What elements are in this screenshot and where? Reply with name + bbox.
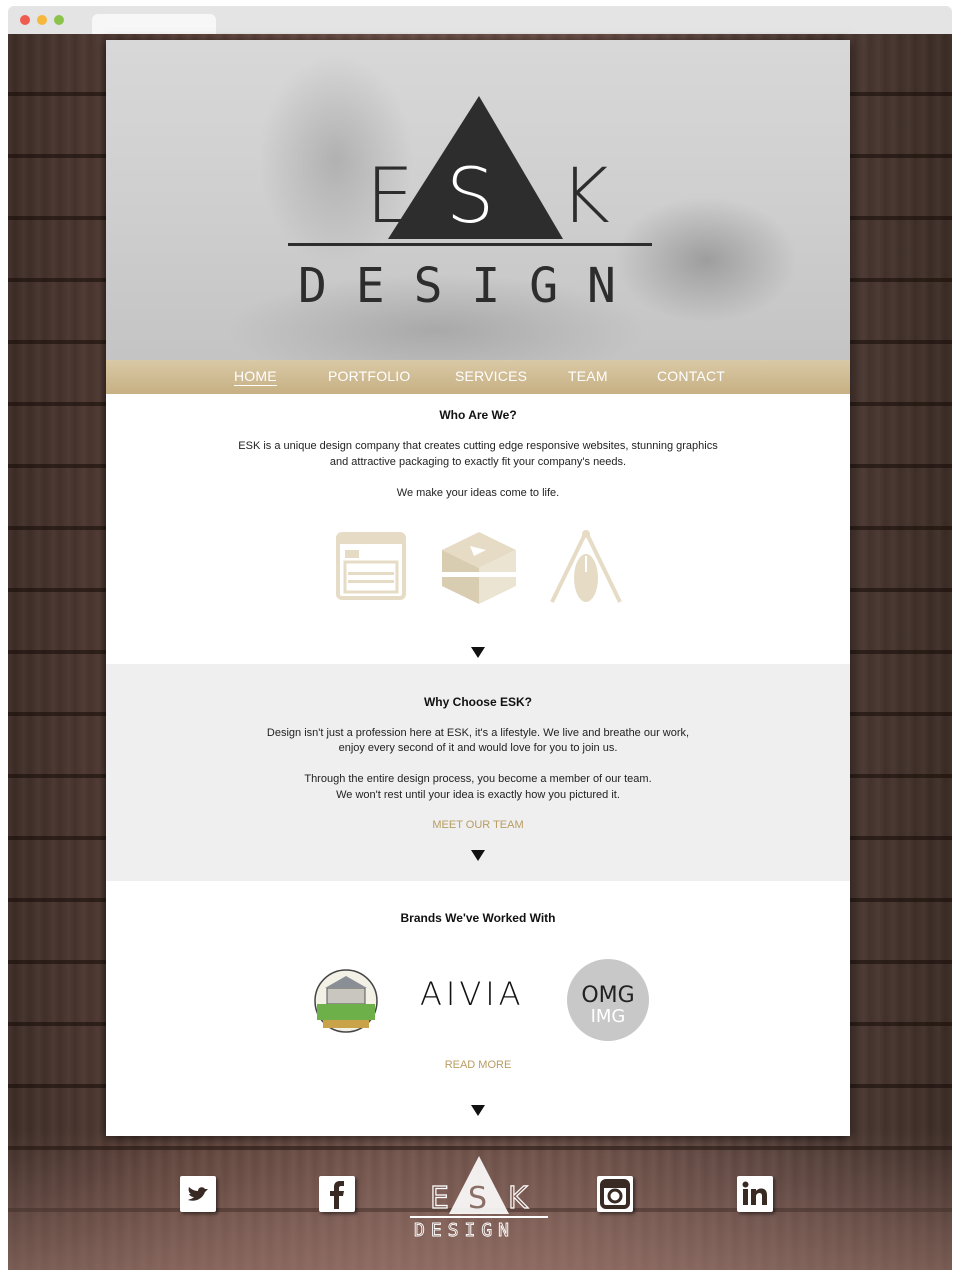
meet-our-team-link[interactable]: MEET OUR TEAM [106, 819, 850, 831]
footer-esk-logo: E S K DESIGN [410, 1156, 548, 1240]
why-text-2: enjoy every second of it and would love … [338, 742, 618, 754]
hero-banner: E S K D E S I G N [106, 40, 850, 360]
logo-word-design: D E S I G N [298, 258, 616, 314]
why-title: Why Choose ESK? [423, 695, 532, 709]
footer-logo-word: DESIGN [414, 1220, 515, 1240]
footer-logo-letter-k: K [508, 1181, 529, 1216]
read-more-link[interactable]: READ MORE [106, 1059, 850, 1071]
aivia-logo: AIVIA [418, 972, 536, 1013]
browser-chrome [8, 6, 952, 34]
linkedin-icon [742, 1181, 767, 1205]
instagram-icon [600, 1179, 630, 1209]
scroll-down-arrow-1[interactable] [471, 647, 485, 658]
footer-logo-letter-s: S [468, 1181, 487, 1216]
esk-logo: E S K D E S I G N [288, 96, 652, 314]
twitter-icon [188, 1187, 208, 1201]
nav-team[interactable]: TEAM [568, 368, 608, 384]
maximize-window-button[interactable] [54, 15, 64, 25]
nav-portfolio[interactable]: PORTFOLIO [328, 368, 410, 384]
svg-text:OMG: OMG [581, 983, 634, 1008]
omg-img-logo: OMG IMG [567, 959, 649, 1041]
web-layout-icon [336, 532, 406, 600]
why-text-4: We won't rest until your idea is exactly… [336, 789, 620, 801]
logo-letter-e: E [366, 151, 414, 240]
nav-home[interactable]: HOME [234, 368, 277, 386]
who-title: Who Are We? [439, 408, 517, 422]
facebook-icon [330, 1181, 344, 1209]
why-text-3: Through the entire design process, you b… [304, 773, 652, 785]
linkedin-button[interactable] [737, 1176, 773, 1212]
design-tools-icon [550, 530, 622, 603]
close-window-button[interactable] [20, 15, 30, 25]
footer-logo-letter-e: E [430, 1181, 449, 1216]
scroll-down-arrow-2[interactable] [471, 850, 485, 861]
instagram-button[interactable] [597, 1176, 633, 1212]
minimize-window-button[interactable] [37, 15, 47, 25]
nav-services[interactable]: SERVICES [455, 368, 527, 384]
twitter-button[interactable] [180, 1176, 216, 1212]
logo-letter-k: K [560, 151, 610, 240]
brands-title: Brands We've Worked With [400, 911, 556, 925]
main-nav: HOME PORTFOLIO SERVICES TEAM CONTACT [106, 360, 850, 394]
browser-tab[interactable] [92, 14, 216, 34]
why-text-1: Design isn't just a profession here at E… [266, 727, 690, 739]
who-text-2: and attractive packaging to exactly fit … [329, 456, 627, 468]
facebook-button[interactable] [319, 1176, 355, 1212]
who-text-1: ESK is a unique design company that crea… [238, 440, 718, 452]
logo-letter-s: S [446, 151, 494, 240]
nav-contact[interactable]: CONTACT [657, 368, 725, 384]
logo-rule [288, 243, 652, 246]
scroll-down-arrow-3[interactable] [471, 1105, 485, 1116]
package-box-icon [442, 532, 516, 604]
footer-logo-rule [410, 1216, 548, 1218]
svg-text:IMG: IMG [591, 1006, 626, 1027]
who-tagline: We make your ideas come to life. [396, 487, 560, 499]
svg-text:AIVIA: AIVIA [420, 975, 525, 1012]
farm-brand-logo [314, 969, 378, 1033]
website-panel: E S K D E S I G N HOME PORTFOLIO SERVICE… [106, 40, 850, 1136]
